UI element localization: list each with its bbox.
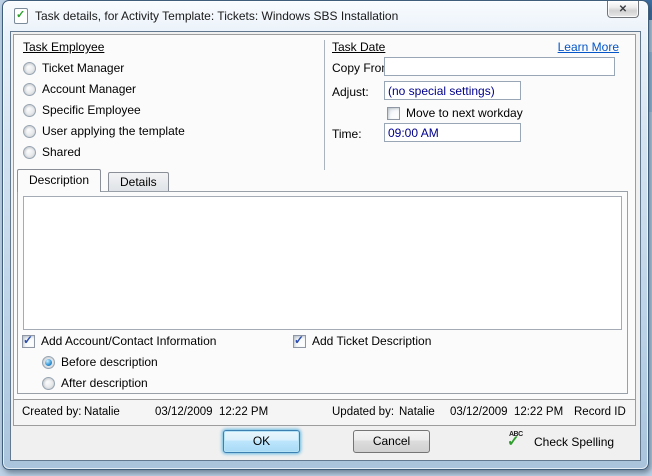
time-label: Time: [332, 127, 362, 141]
adjust-input[interactable] [384, 81, 521, 100]
updated-by-value: Natalie [399, 406, 435, 418]
status-bar: Created by: Natalie 03/12/2009 12:22 PM … [14, 399, 635, 425]
task-employee-heading: Task Employee [23, 40, 105, 54]
close-button[interactable]: ✕ [607, 1, 639, 18]
radio-after-description[interactable]: After description [42, 375, 148, 391]
radio-label: Account Manager [42, 82, 137, 96]
radio-before-description[interactable]: Before description [42, 354, 158, 370]
description-textarea[interactable] [23, 196, 622, 330]
description-tab-page: Add Account/Contact Information Add Tick… [17, 191, 628, 394]
checkbox-icon [22, 333, 35, 348]
radio-shared[interactable]: Shared [23, 144, 81, 160]
created-by-value: Natalie [84, 406, 120, 418]
radio-ticket-manager[interactable]: Ticket Manager [23, 60, 124, 76]
add-account-contact-checkbox[interactable]: Add Account/Contact Information [22, 333, 216, 349]
radio-icon [23, 145, 36, 159]
ok-button[interactable]: OK [223, 430, 300, 453]
task-check-icon: ✓ [14, 8, 28, 24]
checkbox-label: Move to next workday [406, 106, 523, 120]
radio-label: Specific Employee [42, 103, 141, 117]
radio-icon [23, 82, 36, 96]
main-panel: Learn More Task Employee Ticket Manager … [13, 34, 636, 426]
check-spelling-button[interactable]: ABC ✓ Check Spelling [507, 430, 614, 453]
copy-from-input[interactable] [384, 57, 615, 76]
close-icon: ✕ [618, 4, 628, 15]
task-details-dialog: ✓ Task details, for Activity Template: T… [2, 0, 649, 470]
section-divider [324, 40, 325, 170]
record-id-label: Record ID [574, 406, 626, 418]
tab-details[interactable]: Details [108, 172, 169, 192]
created-by-label: Created by: [22, 406, 82, 418]
checkbox-icon [293, 333, 306, 348]
radio-icon [23, 61, 36, 75]
check-spelling-label: Check Spelling [534, 434, 615, 449]
updated-date: 03/12/2009 12:22 PM [450, 406, 564, 418]
dialog-client-area: Learn More Task Employee Ticket Manager … [10, 31, 641, 461]
tab-description[interactable]: Description [17, 169, 102, 192]
window-title: Task details, for Activity Template: Tic… [35, 9, 399, 23]
learn-more-link[interactable]: Learn More [558, 40, 619, 54]
add-ticket-description-checkbox[interactable]: Add Ticket Description [293, 333, 431, 349]
radio-icon [23, 103, 36, 117]
radio-icon [42, 376, 55, 390]
radio-label: Shared [42, 145, 81, 159]
checkbox-icon [387, 106, 400, 120]
adjust-label: Adjust: [332, 85, 369, 99]
task-date-heading: Task Date [332, 40, 386, 54]
move-to-next-workday-checkbox[interactable]: Move to next workday [387, 105, 523, 121]
checkbox-label: Add Ticket Description [312, 334, 432, 348]
radio-label: Before description [61, 355, 158, 369]
checkbox-label: Add Account/Contact Information [41, 334, 217, 348]
radio-account-manager[interactable]: Account Manager [23, 81, 136, 97]
radio-icon [42, 355, 55, 369]
title-bar: ✓ Task details, for Activity Template: T… [3, 1, 648, 31]
cancel-button[interactable]: Cancel [353, 430, 430, 453]
time-input[interactable] [384, 123, 521, 142]
created-date: 03/12/2009 12:22 PM [155, 406, 269, 418]
radio-label: After description [61, 376, 148, 390]
radio-specific-employee[interactable]: Specific Employee [23, 102, 141, 118]
radio-label: User applying the template [42, 124, 185, 138]
radio-label: Ticket Manager [42, 61, 125, 75]
radio-icon [23, 124, 36, 138]
updated-by-label: Updated by: [332, 406, 395, 418]
radio-user-applying-template[interactable]: User applying the template [23, 123, 185, 139]
spell-check-icon: ABC ✓ [507, 430, 523, 450]
